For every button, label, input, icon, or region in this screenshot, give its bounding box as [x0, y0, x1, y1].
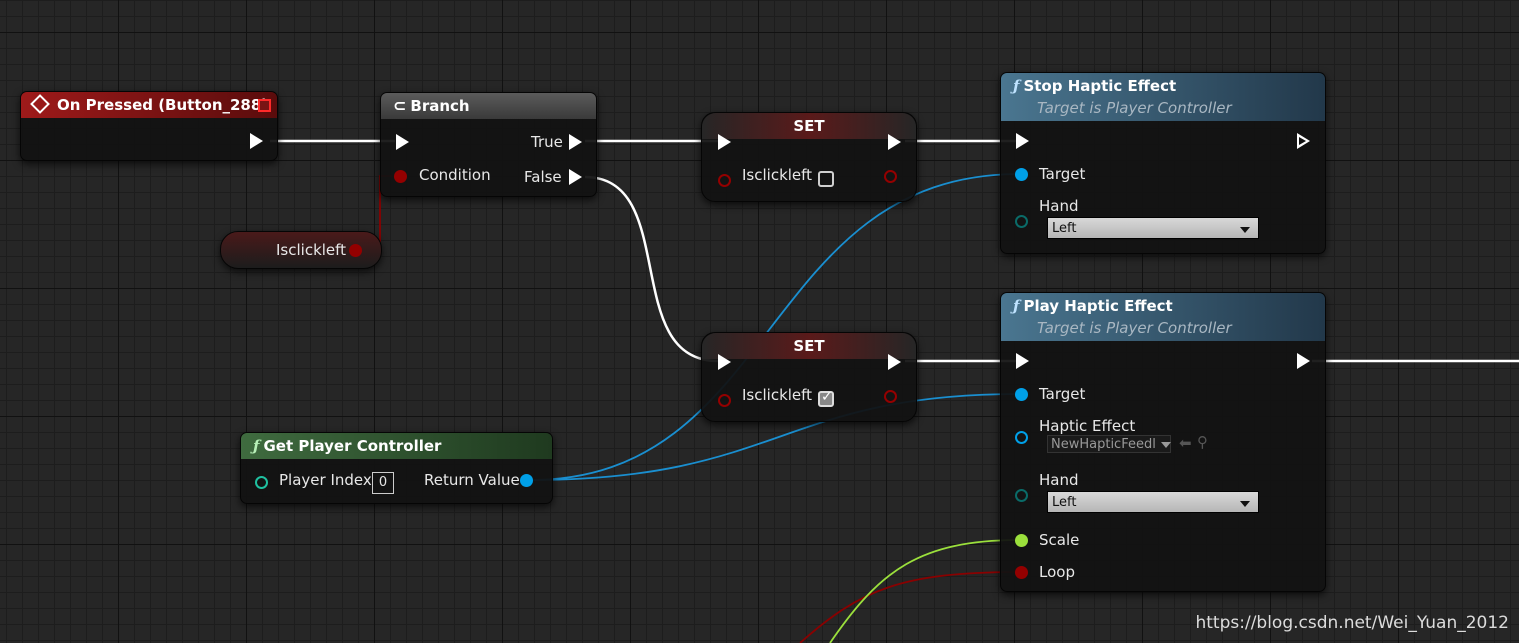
stop-haptic-effect-node[interactable]: ƒ Stop Haptic Effect Target is Player Con…: [1000, 72, 1326, 254]
stop-haptic-hand-dropdown[interactable]: Left: [1047, 217, 1259, 239]
play-haptic-exec-out-pin[interactable]: [1297, 353, 1310, 369]
stop-haptic-hand-value: Left: [1052, 221, 1077, 236]
stop-haptic-exec-out-inner: [1299, 137, 1306, 145]
function-icon: ƒ: [1013, 77, 1020, 95]
play-haptic-hand-value: Left: [1052, 495, 1077, 510]
branch-title: Branch: [410, 97, 470, 115]
stop-haptic-hand-label: Hand: [1039, 197, 1079, 215]
stop-haptic-subtitle: Target is Player Controller: [1037, 99, 1232, 117]
delegate-pin-icon[interactable]: [258, 99, 271, 112]
play-haptic-hand-pin[interactable]: [1015, 489, 1028, 502]
branch-condition-label: Condition: [419, 166, 491, 184]
player-index-input[interactable]: 0: [372, 472, 394, 494]
stop-haptic-exec-in-pin[interactable]: [1016, 133, 1029, 149]
set-2-checkbox[interactable]: [818, 389, 834, 407]
player-index-pin[interactable]: [255, 476, 268, 489]
branch-false-label: False: [524, 168, 562, 186]
loop-pin[interactable]: [1015, 566, 1028, 579]
on-pressed-title: On Pressed (Button_288): [57, 96, 269, 114]
set-2-var-label: Isclickleft: [742, 386, 813, 404]
branch-true-pin[interactable]: [569, 134, 582, 150]
branch-true-label: True: [531, 133, 563, 151]
set-1-exec-out-pin[interactable]: [888, 134, 901, 150]
set-1-header: SET: [702, 113, 916, 139]
set-node-2[interactable]: SET Isclickleft: [701, 332, 917, 422]
function-icon: ƒ: [1013, 297, 1020, 315]
play-haptic-target-pin[interactable]: [1015, 388, 1028, 401]
play-haptic-effect-node[interactable]: ƒ Play Haptic Effect Target is Player Con…: [1000, 292, 1326, 592]
set-1-value-out-pin[interactable]: [884, 170, 897, 183]
get-player-controller-header: ƒ Get Player Controller: [241, 433, 552, 459]
stop-haptic-title: Stop Haptic Effect: [1023, 77, 1177, 95]
chevron-down-icon[interactable]: [1161, 442, 1171, 448]
stop-haptic-target-label: Target: [1039, 165, 1086, 183]
play-haptic-target-label: Target: [1039, 385, 1086, 403]
on-pressed-header: On Pressed (Button_288): [21, 92, 277, 118]
stop-haptic-target-pin[interactable]: [1015, 168, 1028, 181]
isclickleft-getter-out-pin[interactable]: [349, 244, 362, 257]
function-icon: ƒ: [253, 437, 260, 455]
set-2-value-in-pin[interactable]: [718, 394, 731, 407]
set-2-header: SET: [702, 333, 916, 359]
browse-search-icon[interactable]: ⚲: [1197, 433, 1208, 451]
scale-label: Scale: [1039, 531, 1080, 549]
return-value-pin[interactable]: [520, 474, 533, 487]
set-node-1[interactable]: SET Isclickleft: [701, 112, 917, 202]
object-wire: [529, 173, 1021, 481]
float-wire: [829, 539, 1021, 643]
on-pressed-exec-out-pin[interactable]: [250, 133, 263, 149]
chevron-down-icon: [1240, 227, 1250, 233]
branch-icon: ⊂: [393, 96, 407, 115]
branch-condition-pin[interactable]: [394, 170, 407, 183]
exec-wire: [584, 175, 719, 363]
return-value-label: Return Value: [424, 471, 520, 489]
branch-exec-in-pin[interactable]: [396, 134, 409, 150]
play-haptic-title: Play Haptic Effect: [1023, 297, 1173, 315]
bool-wire: [799, 571, 1021, 643]
get-player-controller-title: Get Player Controller: [263, 437, 442, 455]
player-index-label: Player Index: [279, 471, 372, 489]
play-haptic-subtitle: Target is Player Controller: [1037, 319, 1232, 337]
play-haptic-exec-in-pin[interactable]: [1016, 353, 1029, 369]
set-1-value-in-pin[interactable]: [718, 174, 731, 187]
branch-node[interactable]: ⊂ Branch Condition True False: [380, 92, 597, 197]
event-diamond-icon: [30, 94, 50, 114]
play-haptic-header: ƒ Play Haptic Effect Target is Player Con…: [1001, 293, 1325, 341]
isclickleft-getter-node[interactable]: Isclickleft: [220, 231, 382, 269]
scale-pin[interactable]: [1015, 534, 1028, 547]
set-2-value-out-pin[interactable]: [884, 390, 897, 403]
set-2-exec-out-pin[interactable]: [888, 354, 901, 370]
set-1-var-label: Isclickleft: [742, 166, 813, 184]
branch-header: ⊂ Branch: [381, 93, 596, 119]
loop-label: Loop: [1039, 563, 1075, 581]
haptic-effect-value: NewHapticFeedl: [1051, 437, 1156, 452]
haptic-effect-pin[interactable]: [1015, 431, 1028, 444]
set-1-checkbox[interactable]: [818, 171, 834, 187]
haptic-effect-label: Haptic Effect: [1039, 417, 1136, 435]
set-1-exec-in-pin[interactable]: [718, 134, 731, 150]
chevron-down-icon: [1240, 501, 1250, 507]
get-player-controller-node[interactable]: ƒ Get Player Controller Player Index 0 Re…: [240, 432, 553, 504]
use-selected-arrow-icon[interactable]: ⬅: [1179, 434, 1192, 452]
isclickleft-getter-label: Isclickleft: [276, 241, 347, 259]
stop-haptic-header: ƒ Stop Haptic Effect Target is Player Con…: [1001, 73, 1325, 121]
play-haptic-hand-dropdown[interactable]: Left: [1047, 491, 1259, 513]
set-1-title: SET: [793, 117, 825, 135]
watermark: https://blog.csdn.net/Wei_Yuan_2012: [1195, 613, 1509, 633]
play-haptic-hand-label: Hand: [1039, 471, 1079, 489]
set-2-exec-in-pin[interactable]: [718, 354, 731, 370]
on-pressed-event-node[interactable]: On Pressed (Button_288): [20, 91, 278, 161]
set-2-title: SET: [793, 337, 825, 355]
branch-false-pin[interactable]: [569, 169, 582, 185]
haptic-effect-asset-picker[interactable]: NewHapticFeedl: [1047, 435, 1171, 453]
stop-haptic-hand-pin[interactable]: [1015, 215, 1028, 228]
